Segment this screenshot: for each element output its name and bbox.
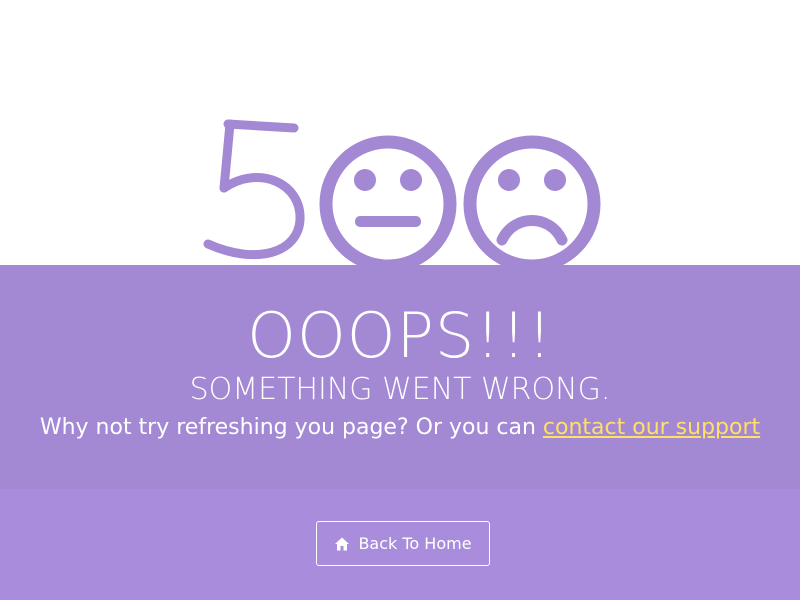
error-code-500-graphic: [203, 119, 601, 266]
home-icon: [335, 537, 350, 550]
error-message-text: Why not try refreshing you page? Or you …: [39, 415, 543, 440]
error-headline: OOOPS!!!: [247, 299, 553, 372]
contact-support-link[interactable]: contact our support: [543, 415, 760, 440]
actions-band: Back To Home: [0, 489, 800, 600]
back-to-home-label: Back To Home: [358, 534, 472, 553]
error-message-band: OOOPS!!! SOMETHING WENT WRONG. Why not t…: [0, 265, 800, 489]
error-graphic-area: [0, 0, 800, 266]
error-subheadline: SOMETHING WENT WRONG.: [189, 372, 611, 407]
error-message: Why not try refreshing you page? Or you …: [0, 411, 800, 445]
sad-face-icon: [463, 135, 601, 266]
error-page: OOOPS!!! SOMETHING WENT WRONG. Why not t…: [0, 0, 800, 600]
neutral-face-icon: [319, 135, 457, 266]
digit-five-icon: [203, 119, 305, 260]
back-to-home-button[interactable]: Back To Home: [316, 521, 490, 566]
